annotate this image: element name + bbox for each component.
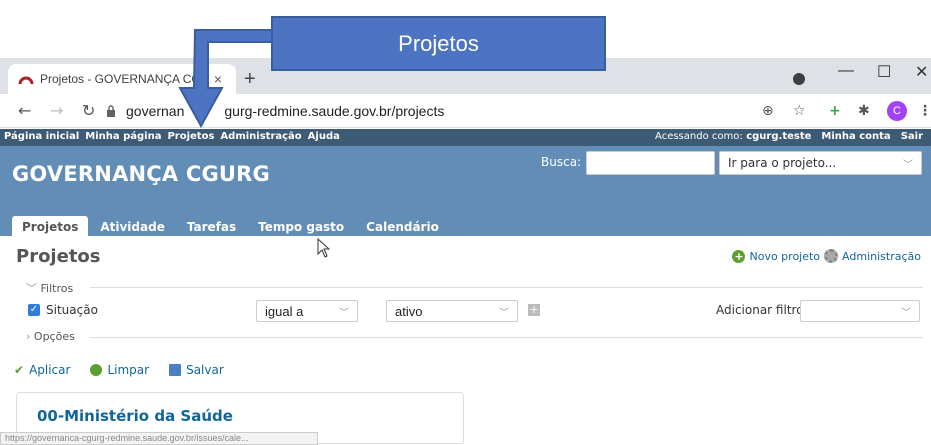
mouse-cursor-icon <box>317 238 331 258</box>
annotation-callout: Projetos <box>271 16 606 71</box>
